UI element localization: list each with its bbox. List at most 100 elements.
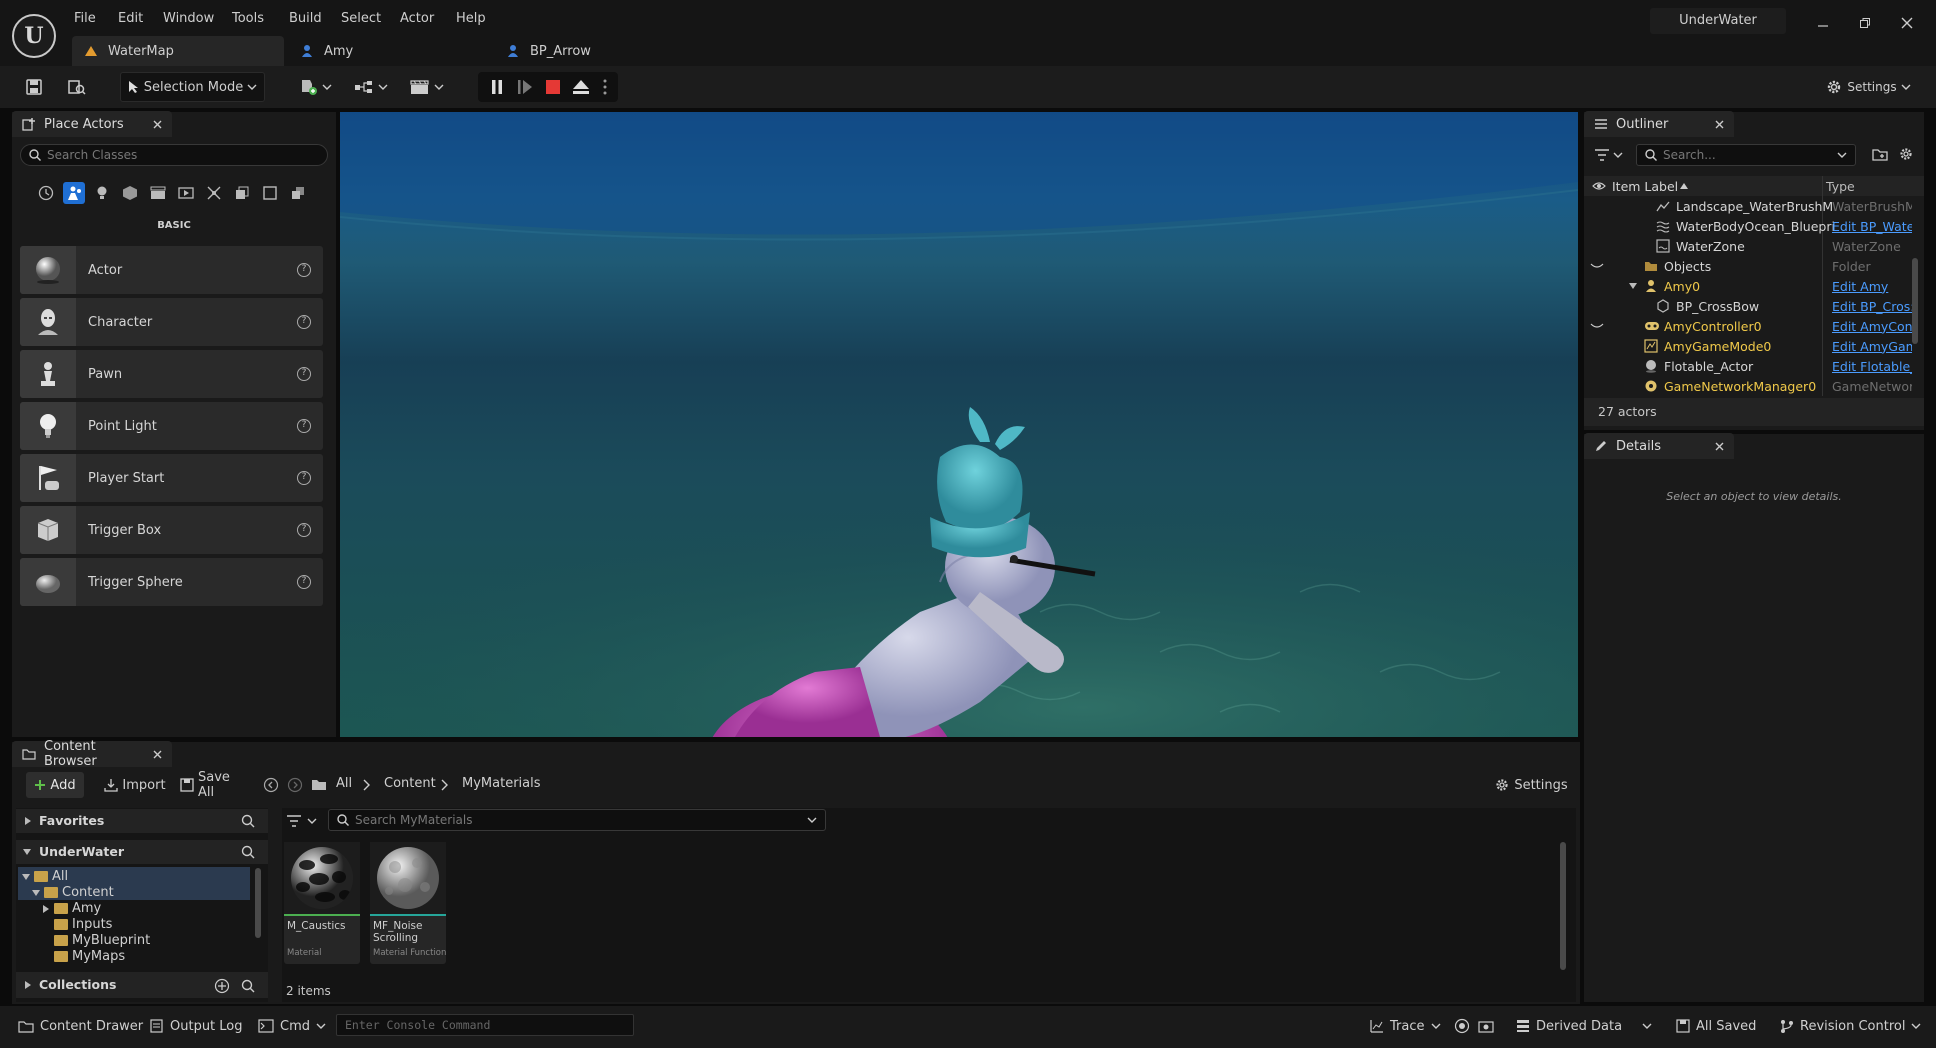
place-actors-tab[interactable]: Place Actors: [12, 111, 172, 137]
eject-icon[interactable]: [570, 72, 592, 102]
folder-tree-inputs[interactable]: Inputs: [54, 917, 112, 932]
row-type-link[interactable]: Edit BP_Wate: [1832, 219, 1912, 234]
details-tab[interactable]: Details: [1584, 433, 1734, 459]
more-options-icon[interactable]: [598, 72, 612, 102]
visual-effects-category-icon[interactable]: [175, 182, 197, 204]
actor-item-point-light[interactable]: Point Light ?: [20, 402, 323, 450]
outliner-tab[interactable]: Outliner: [1584, 111, 1734, 137]
row-type-link[interactable]: Edit Amy: [1832, 279, 1912, 294]
recent-category-icon[interactable]: [35, 182, 57, 204]
folder-tree-amy[interactable]: Amy: [42, 901, 101, 916]
actor-item-character[interactable]: Character ?: [20, 298, 323, 346]
tab-watermap[interactable]: WaterMap: [72, 36, 284, 66]
import-button[interactable]: Import: [104, 772, 166, 798]
lights-category-icon[interactable]: [91, 182, 113, 204]
content-drawer-button[interactable]: Content Drawer: [18, 1014, 143, 1038]
outliner-row[interactable]: AmyGameMode0 Edit AmyGam: [1584, 336, 1924, 356]
cmd-dropdown[interactable]: Cmd: [258, 1014, 326, 1038]
asset-scrollbar[interactable]: [1560, 842, 1566, 970]
geometry-category-icon[interactable]: [203, 182, 225, 204]
menu-select[interactable]: Select: [335, 8, 387, 30]
add-actor-button[interactable]: [294, 72, 336, 102]
console-input[interactable]: Enter Console Command: [336, 1014, 634, 1036]
basic-category-icon[interactable]: [63, 182, 85, 204]
folder-tree-content[interactable]: Content: [32, 885, 114, 900]
menu-help[interactable]: Help: [450, 8, 492, 30]
actor-item-pawn[interactable]: Pawn ?: [20, 350, 323, 398]
visibility-eye-icon[interactable]: [1590, 261, 1604, 271]
volumes-category-icon[interactable]: [231, 182, 253, 204]
frame-skip-icon[interactable]: [514, 72, 536, 102]
folder-tree-all[interactable]: All: [22, 869, 68, 884]
actor-item-player-start[interactable]: Player Start ?: [20, 454, 323, 502]
outliner-settings-icon[interactable]: [1898, 146, 1914, 162]
filter-icon[interactable]: [286, 812, 318, 830]
menu-build[interactable]: Build: [283, 8, 328, 30]
tab-bp-arrow[interactable]: BP_Arrow: [494, 36, 694, 66]
history-forward-icon[interactable]: [287, 777, 303, 793]
breadcrumb-mymaterials[interactable]: MyMaterials: [462, 776, 541, 791]
close-icon[interactable]: [1892, 12, 1922, 34]
close-tab-icon[interactable]: [153, 750, 162, 759]
outliner-scrollbar[interactable]: [1912, 258, 1918, 344]
all-saved-button[interactable]: All Saved: [1676, 1014, 1756, 1038]
output-log-button[interactable]: Output Log: [150, 1014, 243, 1038]
menu-actor[interactable]: Actor: [394, 8, 440, 30]
filter-icon[interactable]: [1594, 146, 1624, 164]
row-type-link[interactable]: Edit BP_Cros:: [1832, 299, 1912, 314]
selection-mode-dropdown[interactable]: Selection Mode: [120, 72, 265, 102]
cinematics-button[interactable]: [406, 72, 448, 102]
search-icon[interactable]: [241, 845, 255, 859]
breadcrumb-content[interactable]: Content: [384, 776, 436, 791]
history-back-icon[interactable]: [263, 777, 279, 793]
record-icon[interactable]: [1454, 1014, 1470, 1038]
menu-edit[interactable]: Edit: [112, 8, 149, 30]
row-type-link[interactable]: Edit Flotable_: [1832, 359, 1912, 374]
menu-tools[interactable]: Tools: [226, 8, 270, 30]
pause-icon[interactable]: [486, 72, 508, 102]
add-collection-icon[interactable]: [214, 978, 230, 994]
help-icon[interactable]: ?: [297, 471, 311, 485]
close-tab-icon[interactable]: [1715, 120, 1724, 129]
tab-amy[interactable]: Amy: [288, 36, 488, 66]
search-icon[interactable]: [241, 979, 255, 993]
derived-data-dropdown[interactable]: Derived Data: [1516, 1014, 1652, 1038]
row-type-link[interactable]: Edit AmyCont: [1832, 319, 1912, 334]
outliner-row[interactable]: GameNetworkManager0 GameNetwor: [1584, 376, 1924, 396]
row-type-link[interactable]: Edit AmyGam: [1832, 339, 1912, 354]
search-icon[interactable]: [241, 814, 255, 828]
outliner-row[interactable]: BP_CrossBow Edit BP_Cros:: [1584, 296, 1924, 316]
cinematic-category-icon[interactable]: [147, 182, 169, 204]
outliner-row[interactable]: AmyController0 Edit AmyCont: [1584, 316, 1924, 336]
outliner-row-folder[interactable]: Objects Folder: [1584, 256, 1924, 276]
actor-item-actor[interactable]: Actor ?: [20, 246, 323, 294]
help-icon[interactable]: ?: [297, 263, 311, 277]
browse-content-icon[interactable]: [62, 72, 92, 102]
outliner-search-input[interactable]: Search...: [1636, 144, 1856, 166]
outliner-row-selected[interactable]: Amy0 Edit Amy: [1584, 276, 1924, 296]
blueprint-menu-button[interactable]: [350, 72, 392, 102]
content-browser-tab[interactable]: Content Browser: [12, 739, 172, 769]
menu-file[interactable]: File: [68, 8, 102, 30]
actor-item-trigger-sphere[interactable]: Trigger Sphere ?: [20, 558, 323, 606]
settings-button[interactable]: Settings: [1820, 72, 1916, 102]
shapes-category-icon[interactable]: [119, 182, 141, 204]
folder-tree-myblueprint[interactable]: MyBlueprint: [54, 933, 150, 948]
help-icon[interactable]: ?: [297, 315, 311, 329]
minimize-icon[interactable]: [1808, 12, 1838, 34]
expand-arrow-icon[interactable]: [1628, 282, 1638, 290]
add-folder-icon[interactable]: [1872, 146, 1888, 162]
breadcrumb-all[interactable]: All: [336, 776, 352, 791]
help-icon[interactable]: ?: [297, 575, 311, 589]
search-mymaterials-input[interactable]: Search MyMaterials: [328, 809, 826, 831]
trace-dropdown[interactable]: Trace: [1370, 1014, 1441, 1038]
stop-icon[interactable]: [542, 72, 564, 102]
level-viewport[interactable]: [340, 112, 1578, 737]
unreal-logo-icon[interactable]: U: [12, 14, 56, 58]
tree-scrollbar[interactable]: [255, 868, 261, 938]
asset-tile-m-caustics[interactable]: M_Caustics Material: [284, 842, 360, 964]
screenshot-icon[interactable]: [1478, 1014, 1494, 1038]
outliner-row[interactable]: Flotable_Actor Edit Flotable_: [1584, 356, 1924, 376]
help-icon[interactable]: ?: [297, 367, 311, 381]
help-icon[interactable]: ?: [297, 419, 311, 433]
